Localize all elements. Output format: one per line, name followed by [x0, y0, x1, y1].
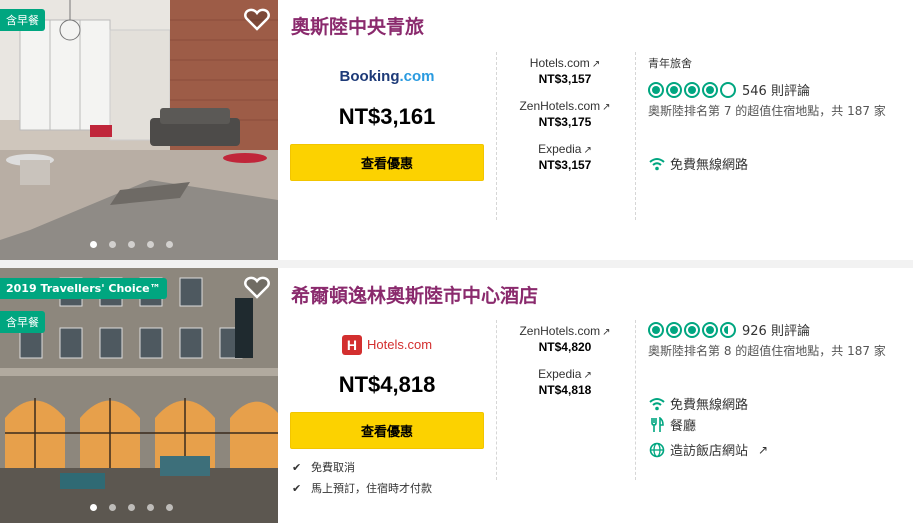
external-link-icon: ↗: [583, 370, 592, 381]
rating[interactable]: 546 則評論: [648, 80, 810, 99]
heart-icon[interactable]: [244, 8, 270, 32]
offer-item[interactable]: ZenHotels.com ↗ NT$3,175: [505, 99, 625, 129]
provider-logo-name: Booking: [339, 68, 400, 85]
breakfast-badge: 含早餐: [0, 9, 45, 31]
restaurant-icon: [648, 416, 666, 433]
wifi-icon: [648, 156, 666, 172]
rating-bubble-icon: [666, 321, 682, 338]
rating-bubble-icon: [702, 321, 718, 338]
amenity-label: 造訪飯店網站: [670, 444, 749, 459]
carousel-dot[interactable]: [128, 504, 135, 511]
offer-provider: Hotels.com: [529, 56, 590, 70]
carousel-dot[interactable]: [147, 504, 154, 511]
carousel-dot[interactable]: [109, 241, 116, 248]
ranking-text: 奧斯陸排名第 8 的超值住宿地點，共 187 家: [648, 344, 886, 358]
provider-logo-text: Hotels.com: [367, 337, 433, 352]
amenity-label: 餐廳: [670, 419, 697, 434]
divider: [496, 320, 497, 480]
carousel-dots[interactable]: [90, 241, 173, 248]
perk-label: 免費取消: [311, 461, 355, 474]
offer-provider: ZenHotels.com: [519, 99, 601, 113]
checkmark-icon: ✔: [292, 481, 302, 495]
carousel-dot[interactable]: [128, 241, 135, 248]
offer-item[interactable]: Expedia ↗ NT$3,157: [505, 142, 625, 172]
rating-bubble-icon: [648, 81, 664, 98]
amenity-restaurant: 餐廳: [648, 415, 696, 434]
hotel-website-link[interactable]: 造訪飯店網站 ↗: [648, 440, 768, 459]
divider: [635, 52, 636, 220]
rating-bubble-icon: [684, 81, 700, 98]
carousel-dot[interactable]: [109, 504, 116, 511]
hotel-card: 2019 Travellers' Choice™ 含早餐 希爾頓逸林奧斯陸市中心…: [0, 268, 913, 523]
review-count[interactable]: 926 則評論: [742, 320, 810, 339]
amenity-label: 免費無線網路: [670, 398, 749, 413]
external-link-icon: ↗: [602, 102, 611, 113]
rating-bubble-icon: [720, 81, 736, 98]
rating-bubble-icon: [702, 81, 718, 98]
hotels-logo-icon: H: [341, 334, 362, 355]
hotel-exterior-image: [0, 268, 278, 523]
offer-item[interactable]: ZenHotels.com ↗ NT$4,820: [505, 324, 625, 354]
ranking-text: 奧斯陸排名第 7 的超值住宿地點，共 187 家: [648, 104, 886, 118]
offer-provider: Expedia: [538, 367, 582, 381]
travellers-choice-badge: 2019 Travellers' Choice™: [0, 278, 167, 299]
rating-bubble-icon: [684, 321, 700, 338]
perk-label: 馬上預訂，住宿時才付款: [311, 482, 432, 495]
main-price: NT$4,818: [338, 372, 436, 397]
carousel-dot[interactable]: [166, 504, 173, 511]
offer-price: NT$4,818: [538, 383, 592, 397]
hotel-title[interactable]: 奧斯陸中央青旅: [291, 12, 424, 39]
review-count[interactable]: 546 則評論: [742, 80, 810, 99]
amenity-wifi: 免費無線網路: [648, 394, 748, 413]
carousel-dot[interactable]: [90, 504, 97, 511]
external-link-icon: ↗: [758, 442, 769, 457]
carousel-dots[interactable]: [90, 504, 173, 511]
carousel-dot[interactable]: [166, 241, 173, 248]
rating[interactable]: 926 則評論: [648, 320, 810, 339]
offer-price: NT$3,175: [538, 115, 592, 129]
provider-logo: H Hotels.com: [290, 334, 484, 355]
external-link-icon: ↗: [583, 145, 592, 156]
divider: [496, 52, 497, 220]
hotel-photo[interactable]: 2019 Travellers' Choice™ 含早餐: [0, 268, 278, 523]
breakfast-badge: 含早餐: [0, 311, 45, 333]
main-price: NT$3,161: [338, 104, 436, 129]
hotel-photo[interactable]: 含早餐: [0, 0, 278, 260]
wifi-icon: [648, 396, 666, 412]
external-link-icon: ↗: [591, 59, 601, 70]
view-deal-button[interactable]: 查看優惠: [290, 412, 484, 449]
provider-logo: Booking.com: [290, 66, 484, 85]
offer-provider: ZenHotels.com: [519, 324, 601, 338]
carousel-dot[interactable]: [147, 241, 154, 248]
category-label: 青年旅舍: [648, 57, 692, 70]
offer-item[interactable]: Expedia ↗ NT$4,818: [505, 367, 625, 397]
external-link-icon: ↗: [602, 327, 611, 338]
lobby-image: [0, 0, 278, 260]
perk-item: ✔ 馬上預訂，住宿時才付款: [292, 480, 432, 496]
amenity-wifi: 免費無線網路: [648, 154, 748, 173]
view-deal-button[interactable]: 查看優惠: [290, 144, 484, 181]
offer-price: NT$3,157: [538, 158, 592, 172]
offer-price: NT$4,820: [538, 340, 592, 354]
globe-icon: [648, 442, 666, 458]
offer-price: NT$3,157: [538, 72, 592, 86]
offer-item[interactable]: Hotels.com ↗ NT$3,157: [505, 56, 625, 86]
provider-logo-suffix: .com: [399, 68, 435, 85]
checkmark-icon: ✔: [292, 460, 302, 474]
hotel-card: 含早餐 奧斯陸中央青旅 Booking.com NT$3,161 查看優惠 Ho…: [0, 0, 913, 260]
heart-icon[interactable]: [244, 276, 270, 300]
offer-provider: Expedia: [538, 142, 582, 156]
perk-item: ✔ 免費取消: [292, 459, 355, 475]
rating-bubble-icon: [666, 81, 682, 98]
hotel-title[interactable]: 希爾頓逸林奧斯陸市中心酒店: [291, 281, 538, 308]
amenity-label: 免費無線網路: [670, 158, 749, 173]
divider: [635, 320, 636, 480]
carousel-dot[interactable]: [90, 241, 97, 248]
rating-bubble-icon: [648, 321, 664, 338]
rating-bubble-icon: [720, 321, 736, 338]
